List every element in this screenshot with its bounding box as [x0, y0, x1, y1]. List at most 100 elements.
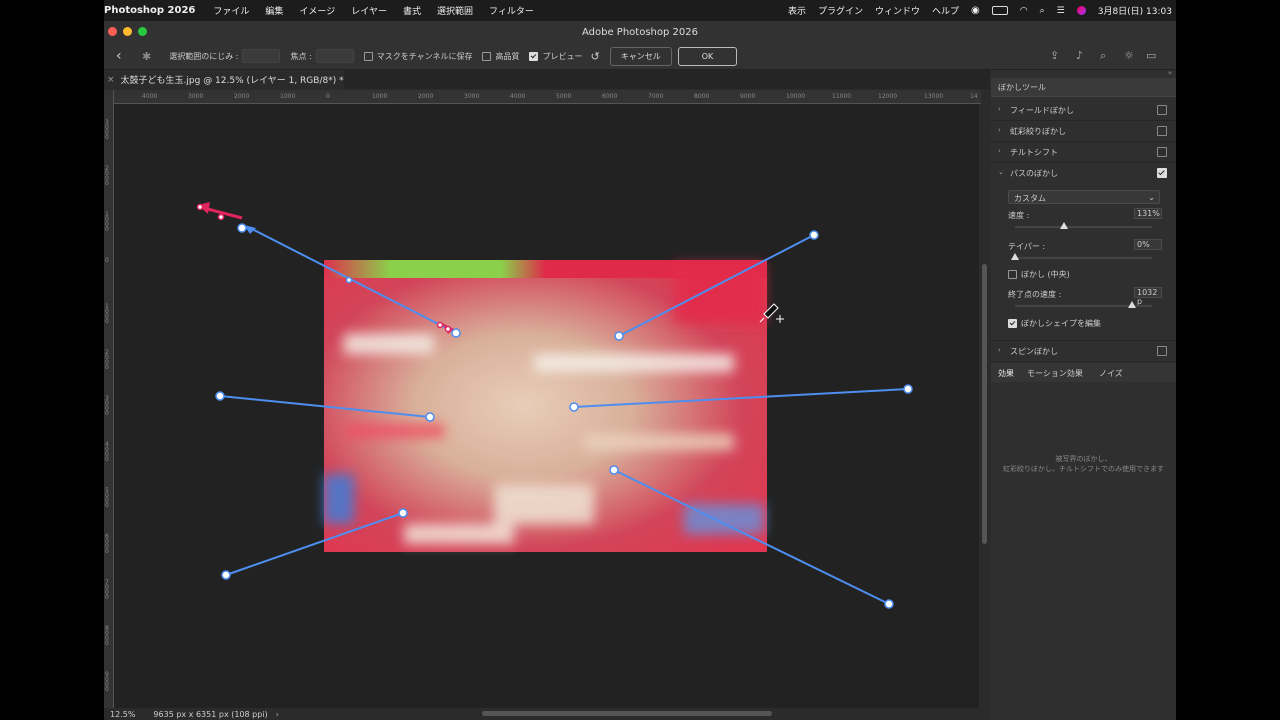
chevron-left-icon[interactable]: ‹ — [116, 48, 128, 64]
blur-item-spin[interactable]: › スピンぼかし — [991, 340, 1176, 362]
empty-line-1: 被写界のぼかし、 — [1055, 455, 1112, 463]
siri-icon[interactable] — [1076, 6, 1086, 15]
menu-select[interactable]: 選択範囲 — [437, 4, 473, 17]
menu-edit[interactable]: 編集 — [265, 4, 283, 17]
ruler-tick-label: 9000 — [740, 93, 756, 100]
speed-slider-knob[interactable] — [1060, 222, 1069, 229]
save-mask-option[interactable]: マスクをチャンネルに保存 — [363, 51, 472, 62]
tab-effects[interactable]: 効果 — [998, 368, 1014, 379]
ruler-tick-label: 10000 — [786, 93, 806, 100]
app-menu[interactable]: Photoshop 2026 — [104, 5, 195, 16]
close-window-button[interactable] — [108, 27, 117, 36]
zoom-level[interactable]: 12.5% — [110, 710, 135, 719]
workspace-icon[interactable]: ▭ — [1146, 49, 1156, 62]
control-center-icon[interactable]: ☰ — [1057, 6, 1065, 16]
minimize-window-button[interactable] — [123, 27, 132, 36]
menu-layer[interactable]: レイヤー — [351, 4, 387, 17]
tab-noise[interactable]: ノイズ — [1099, 368, 1123, 379]
chevron-right-icon[interactable]: › — [998, 147, 1001, 155]
horizontal-scroll-thumb[interactable] — [482, 711, 772, 716]
chevron-right-icon[interactable]: › — [998, 105, 1001, 113]
menu-type[interactable]: 書式 — [403, 4, 421, 17]
menu-window[interactable]: ウィンドウ — [875, 4, 920, 17]
record-icon[interactable]: ◉ — [971, 5, 980, 16]
document-tab[interactable]: × 太鼓子ども生玉.jpg @ 12.5% (レイヤー 1, RGB/8*) * — [104, 70, 344, 89]
horizontal-ruler[interactable]: 4000 3000 2000 1000 0 1000 2000 3000 4000 5000 600… — [113, 90, 981, 104]
blur-preview-svg[interactable] — [114, 104, 980, 708]
menubar-datetime[interactable]: 3月8日(日) 13:03 — [1098, 4, 1172, 17]
focus-field[interactable] — [315, 49, 354, 63]
pin-icon[interactable]: ✱ — [142, 50, 151, 63]
menu-image[interactable]: イメージ — [299, 4, 335, 17]
blur-item-field[interactable]: › フィールドぼかし — [991, 100, 1176, 121]
iris-blur-checkbox[interactable] — [1157, 126, 1167, 136]
speed-label: 速度 : — [1008, 211, 1030, 220]
tab-motion-effects[interactable]: モーション効果 — [1027, 368, 1083, 379]
center-blur-checkbox[interactable] — [1008, 270, 1017, 279]
tilt-shift-checkbox[interactable] — [1157, 147, 1167, 157]
ok-button[interactable]: OK — [677, 46, 738, 66]
speed-slider[interactable] — [1015, 222, 1152, 229]
field-blur-checkbox[interactable] — [1157, 105, 1167, 115]
preview-checkbox[interactable] — [529, 51, 539, 61]
panel-title: ぼかしツール — [998, 83, 1046, 92]
chevron-right-icon[interactable]: › — [998, 126, 1001, 134]
preset-value: カスタム — [1014, 194, 1046, 203]
menu-file[interactable]: ファイル — [213, 4, 249, 17]
spin-blur-checkbox[interactable] — [1157, 346, 1167, 356]
menu-help[interactable]: ヘルプ — [932, 4, 959, 17]
menu-plugins[interactable]: プラグイン — [818, 4, 863, 17]
menu-view[interactable]: 表示 — [788, 4, 806, 17]
chevron-down-icon: ⌄ — [1148, 193, 1155, 202]
document-info[interactable]: 9635 px x 6351 px (108 ppi) — [153, 710, 267, 719]
blur-item-iris[interactable]: › 虹彩絞りぼかし — [991, 121, 1176, 142]
taper-slider[interactable] — [1011, 253, 1152, 260]
high-quality-checkbox[interactable] — [482, 51, 492, 61]
zoom-window-button[interactable] — [138, 27, 147, 36]
center-blur-option[interactable]: ぼかし (中央) — [1008, 269, 1070, 280]
chevron-right-icon[interactable]: › — [276, 710, 279, 719]
share-icon[interactable]: ⇪ — [1050, 49, 1059, 62]
ruler-tick-label: 4000 — [510, 93, 526, 100]
feather-field[interactable] — [242, 49, 281, 63]
end-speed-slider[interactable] — [1015, 301, 1152, 308]
reset-icon[interactable]: ↺ — [590, 50, 599, 63]
document-canvas[interactable] — [114, 104, 980, 708]
ruler-tick-label: 8 0 0 0 — [105, 625, 109, 647]
blur-item-path[interactable]: ⌄ パスのぼかし — [991, 163, 1176, 183]
end-speed-value-field[interactable]: 1032 p — [1134, 287, 1162, 306]
edit-shapes-checkbox[interactable] — [1008, 319, 1017, 328]
path-blur-checkbox[interactable] — [1157, 168, 1167, 178]
speed-value-field[interactable]: 131% — [1134, 208, 1162, 219]
taper-slider-knob[interactable] — [1011, 253, 1019, 260]
cancel-button[interactable]: キャンセル — [609, 46, 672, 66]
menu-filter[interactable]: フィルター — [489, 4, 534, 17]
preview-option[interactable]: プレビュー — [529, 51, 582, 62]
save-mask-checkbox[interactable] — [363, 51, 373, 61]
end-speed-label: 終了点の速度 : — [1008, 290, 1062, 299]
high-quality-option[interactable]: 高品質 — [482, 51, 519, 62]
search-icon[interactable]: ⌕ — [1100, 49, 1106, 63]
vertical-scrollbar[interactable] — [979, 104, 990, 708]
battery-icon[interactable] — [991, 6, 1008, 15]
bell-icon[interactable]: ♪ — [1076, 49, 1083, 62]
spotlight-icon[interactable]: ⌕ — [1040, 6, 1045, 16]
vertical-scroll-thumb[interactable] — [982, 264, 987, 544]
chevron-right-icon[interactable]: › — [998, 346, 1001, 354]
wifi-icon[interactable]: ◠ — [1020, 6, 1028, 16]
collapse-panel-icon[interactable]: » — [1168, 69, 1172, 77]
end-speed-slider-knob[interactable] — [1128, 301, 1136, 308]
ruler-tick-label: 3 0 0 0 — [105, 395, 109, 417]
taper-label: テイパー : — [1008, 242, 1046, 251]
focus-label: 焦点 : — [290, 51, 312, 61]
ruler-tick-label: 3000 — [188, 93, 204, 100]
lightbulb-icon[interactable]: ☼ — [1124, 49, 1134, 62]
edit-shapes-option[interactable]: ぼかしシェイプを編集 — [1008, 318, 1101, 329]
blur-item-tilt-shift[interactable]: › チルトシフト — [991, 142, 1176, 163]
effects-empty-message: 被写界のぼかし、 虹彩絞りぼかし、チルトシフトでのみ使用できます — [991, 454, 1176, 474]
close-tab-icon[interactable]: × — [107, 75, 115, 85]
taper-value-field[interactable]: 0% — [1134, 239, 1162, 250]
vertical-ruler[interactable]: 3 0 0 0 2 0 0 0 1 0 0 0 0 1 0 0 0 2 0 0 0 3 0 … — [104, 90, 114, 710]
path-blur-preset-select[interactable]: カスタム ⌄ — [1008, 190, 1160, 204]
chevron-down-icon[interactable]: ⌄ — [998, 168, 1004, 176]
